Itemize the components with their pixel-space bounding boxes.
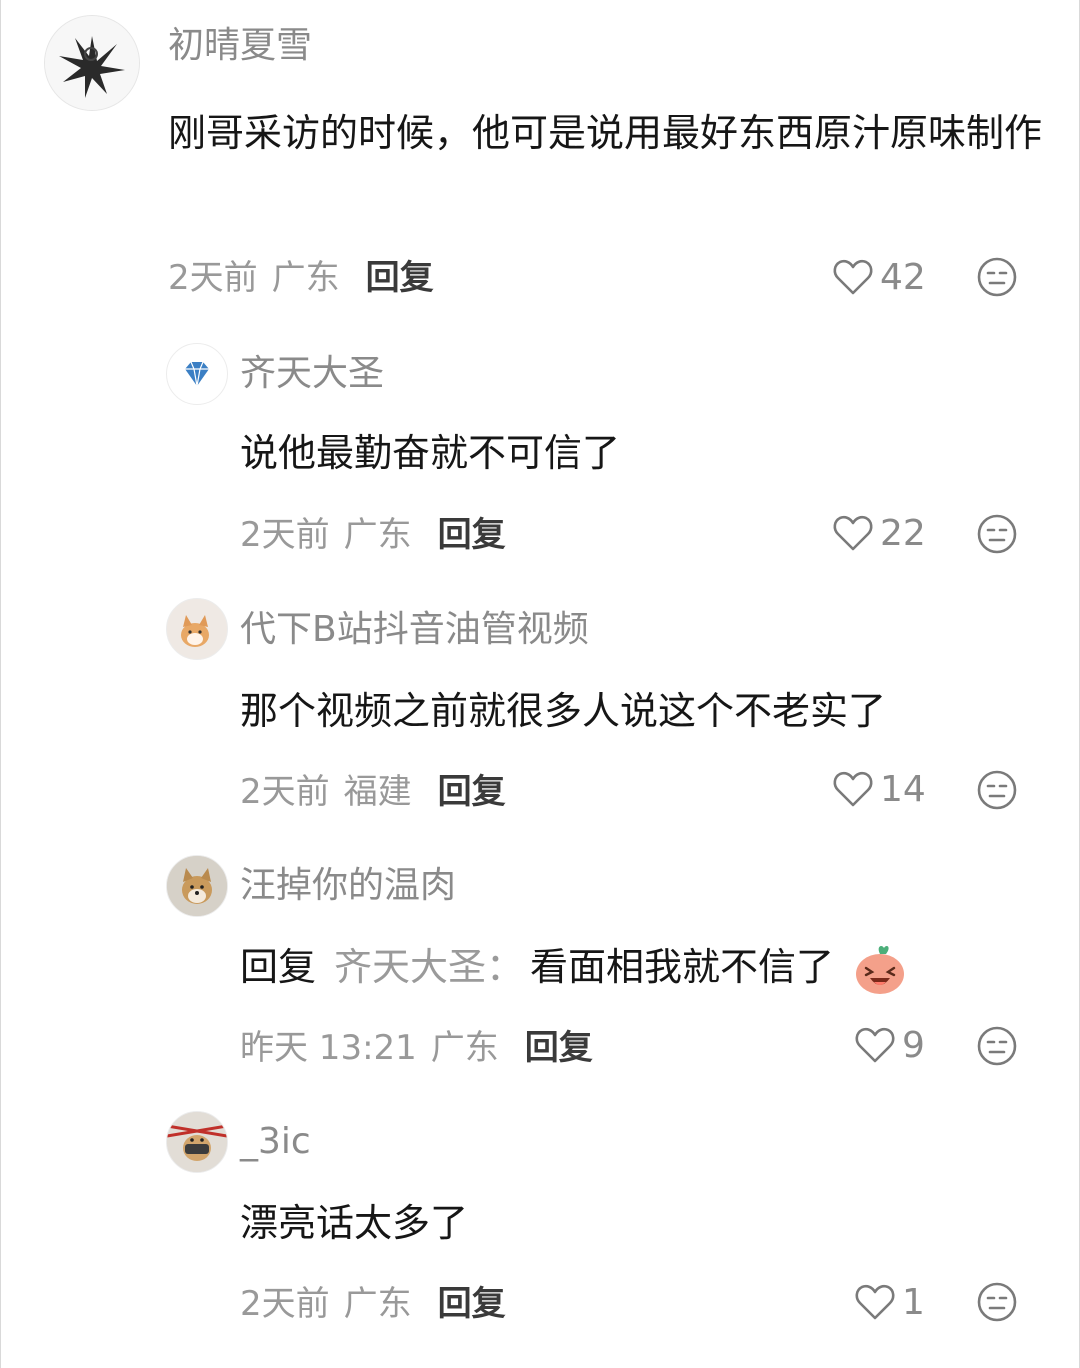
- comment-location: 广东: [343, 515, 412, 555]
- comment-text: 漂亮话太多了: [240, 1201, 469, 1245]
- neutral-face-icon[interactable]: [976, 256, 1018, 298]
- avatar[interactable]: [166, 1111, 228, 1173]
- heart-outline-icon: [855, 1027, 895, 1063]
- reply-button[interactable]: 回复: [438, 515, 506, 555]
- heart-outline-icon: [855, 1284, 895, 1320]
- like-count: 14: [880, 768, 926, 810]
- comment-username[interactable]: 初晴夏雪: [168, 26, 312, 66]
- like-button[interactable]: 9: [854, 1023, 925, 1067]
- comment-meta: 2天前 广东 回复: [240, 515, 506, 555]
- like-count: 1: [902, 1281, 925, 1323]
- comment-text: 说他最勤奋就不可信了: [240, 431, 621, 475]
- avatar[interactable]: [166, 343, 228, 405]
- reply-button[interactable]: 回复: [366, 258, 434, 298]
- left-border: [0, 0, 1, 1368]
- reply-button[interactable]: 回复: [438, 772, 506, 812]
- comment-location: 广东: [343, 1284, 412, 1324]
- comment-meta: 2天前 福建 回复: [240, 772, 506, 812]
- comment-text-row: 回复 齐天大圣： 看面相我就不信了: [240, 936, 1040, 998]
- avatar[interactable]: [166, 598, 228, 660]
- comment-location: 广东: [430, 1028, 499, 1068]
- reply-button[interactable]: 回复: [438, 1284, 506, 1324]
- like-count: 9: [902, 1024, 925, 1066]
- comment-username[interactable]: 齐天大圣: [240, 354, 384, 394]
- neutral-face-icon[interactable]: [976, 1281, 1018, 1323]
- comment-username[interactable]: 代下B站抖音油管视频: [240, 610, 589, 650]
- comment-meta: 2天前 广东 回复: [168, 258, 434, 298]
- comment-time: 2天前: [240, 1284, 330, 1324]
- comment-location: 福建: [343, 772, 412, 812]
- comment-text: 那个视频之前就很多人说这个不老实了: [240, 689, 887, 733]
- reply-button[interactable]: 回复: [525, 1028, 593, 1068]
- comment-text: 看面相我就不信了: [530, 945, 835, 989]
- heart-outline-icon: [833, 259, 873, 295]
- reply-to-username[interactable]: 齐天大圣：: [334, 945, 524, 989]
- comment-time: 2天前: [240, 772, 330, 812]
- like-button[interactable]: 42: [832, 255, 926, 299]
- like-button[interactable]: 22: [832, 511, 926, 555]
- heart-outline-icon: [833, 515, 873, 551]
- like-count: 42: [880, 256, 926, 298]
- like-button[interactable]: 1: [854, 1280, 925, 1324]
- comment-time: 昨天 13:21: [240, 1028, 417, 1068]
- comment-time: 2天前: [168, 258, 258, 298]
- comment-username[interactable]: _3ic: [240, 1122, 311, 1162]
- avatar[interactable]: [44, 15, 140, 111]
- avatar[interactable]: [166, 855, 228, 917]
- reply-prefix: 回复: [240, 945, 317, 989]
- comment-text: 刚哥采访的时候，他可是说用最好东西原汁原味制作: [168, 111, 1043, 155]
- comment-meta: 昨天 13:21 广东 回复: [240, 1028, 593, 1068]
- comment-username[interactable]: 汪掉你的温肉: [240, 866, 456, 906]
- comment-meta: 2天前 广东 回复: [240, 1284, 506, 1324]
- like-button[interactable]: 14: [832, 767, 926, 811]
- neutral-face-icon[interactable]: [976, 513, 1018, 555]
- heart-outline-icon: [833, 771, 873, 807]
- neutral-face-icon[interactable]: [976, 769, 1018, 811]
- comment-location: 广东: [271, 258, 340, 298]
- neutral-face-icon[interactable]: [976, 1025, 1018, 1067]
- comment-time: 2天前: [240, 515, 330, 555]
- like-count: 22: [880, 512, 926, 554]
- laughing-peach-emoji: [856, 945, 905, 994]
